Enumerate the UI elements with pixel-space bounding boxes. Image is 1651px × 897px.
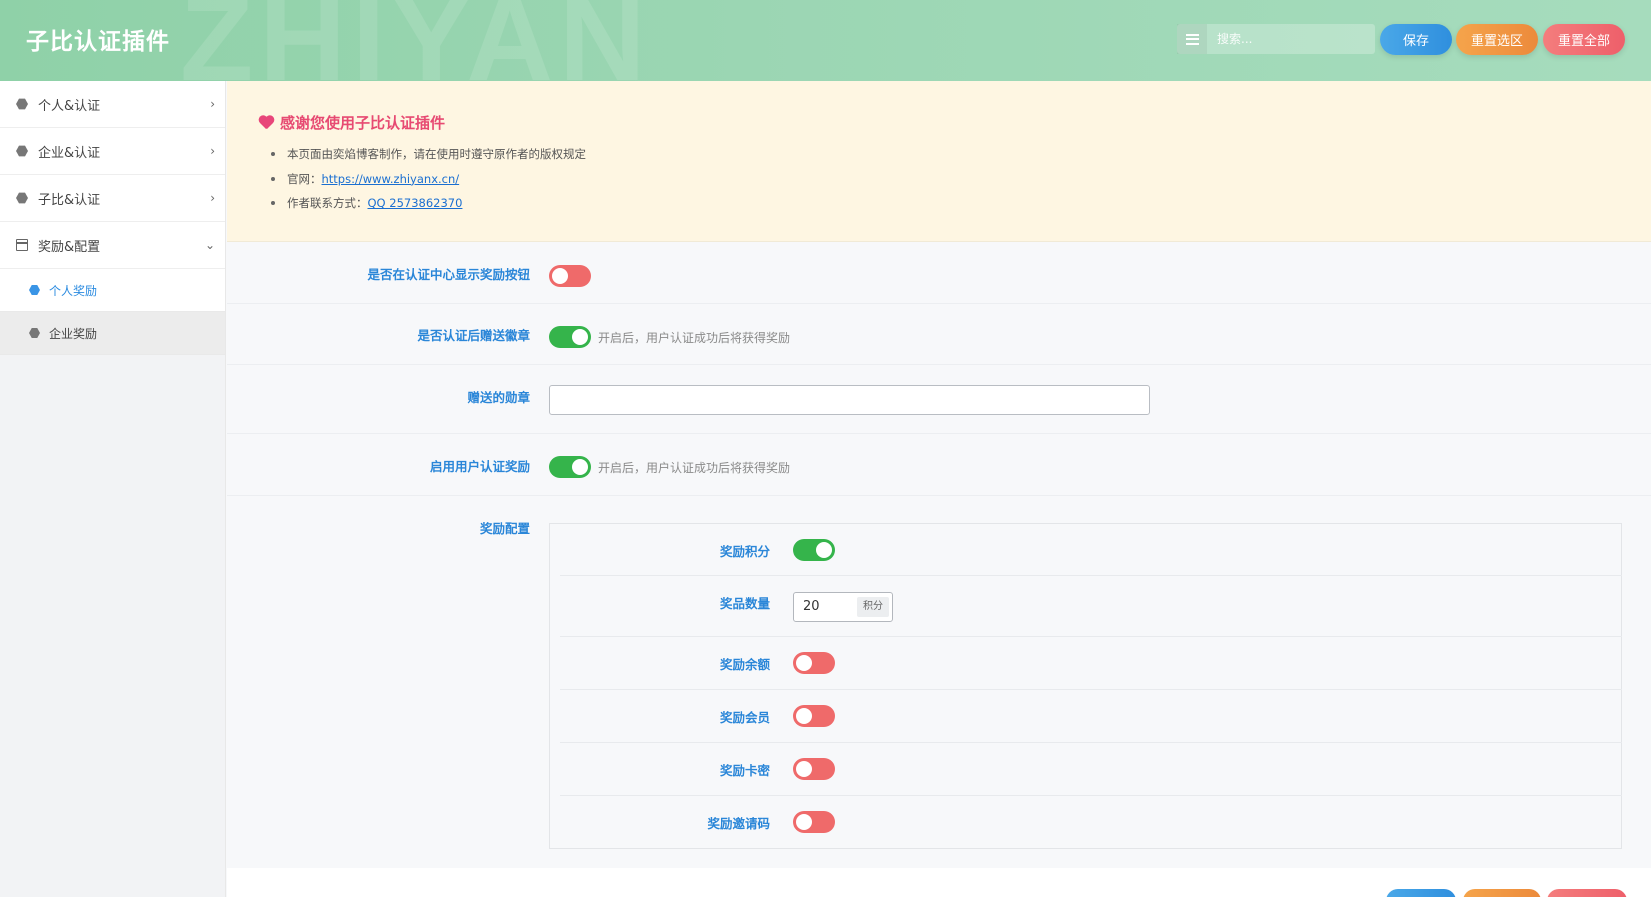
sidebar-item-label: 奖励&配置 [38,239,101,255]
header-watermark: ZHIYAN [180,0,652,81]
form-row-enable-reward: 启用用户认证奖励 开启后，用户认证成功后将获得奖励 [227,434,1651,496]
sidebar-item-enterprise-auth[interactable]: 企业&认证 › [0,128,225,175]
reset-section-button[interactable]: 重置选区 [1456,24,1538,55]
toggle-knob [572,459,588,475]
field-label: 奖励积分 [719,544,770,559]
field-label: 奖励邀请码 [707,816,770,831]
notice-title: 感谢您使用子比认证插件 [258,112,445,133]
hexagon-icon [29,328,40,338]
reset-all-button[interactable]: 重置全部 [1543,24,1625,55]
main-content: 感谢您使用子比认证插件 本页面由奕焰博客制作，请在使用时遵守原作者的版权规定 官… [227,81,1651,897]
reward-invite-toggle[interactable] [793,811,835,833]
reward-balance-toggle[interactable] [793,652,835,674]
field-label: 是否在认证中心显示奖励按钮 [367,267,530,282]
list-item: 官网：https://www.zhiyanx.cn/ [271,171,586,196]
app-header: ZHIYAN 子比认证插件 保存 重置选区 重置全部 [0,0,1651,81]
reward-member-toggle[interactable] [793,705,835,727]
chevron-right-icon: › [210,144,215,158]
show-button-toggle[interactable] [549,265,591,287]
badge-input[interactable] [549,385,1150,415]
page-title: 子比认证插件 [26,29,170,55]
notice-title-text: 感谢您使用子比认证插件 [280,114,446,132]
sidebar-item-label: 子比&认证 [38,192,101,208]
reward-row-quantity: 奖品数量 20 积分 [560,576,1622,637]
contact-link[interactable]: QQ 2573862370 [368,196,463,210]
toggle-knob [796,761,812,777]
toggle-knob [796,814,812,830]
list-icon[interactable] [1177,24,1207,54]
notice-list: 本页面由奕焰博客制作，请在使用时遵守原作者的版权规定 官网：https://ww… [271,146,586,220]
notice-text: 作者联系方式： [287,196,368,210]
sidebar-subitem-label: 个人奖励 [49,283,98,298]
chevron-right-icon: › [210,97,215,111]
sidebar: 个人&认证 › 企业&认证 › 子比&认证 › 奖励&配置 ⌄ 个人奖励 企业奖… [0,81,226,897]
gift-badge-toggle[interactable] [549,326,591,348]
footer-save-button[interactable] [1386,889,1456,897]
field-label: 奖品数量 [719,596,770,611]
list-item: 本页面由奕焰博客制作，请在使用时遵守原作者的版权规定 [271,146,586,171]
toggle-knob [796,708,812,724]
chevron-down-icon: ⌄ [204,238,215,252]
toggle-knob [796,655,812,671]
field-label: 奖励卡密 [719,763,770,778]
notice-panel: 感谢您使用子比认证插件 本页面由奕焰博客制作，请在使用时遵守原作者的版权规定 官… [227,81,1651,242]
reward-row-invite: 奖励邀请码 [560,796,1622,849]
calendar-icon [16,239,28,251]
reward-row-member: 奖励会员 [560,690,1622,743]
sidebar-item-label: 企业&认证 [38,145,101,161]
toggle-knob [816,542,832,558]
toggle-knob [552,268,568,284]
toggle-knob [572,329,588,345]
search-input[interactable] [1207,24,1375,54]
notice-text: 本页面由奕焰博客制作，请在使用时遵守原作者的版权规定 [287,147,586,161]
sidebar-item-reward-config[interactable]: 奖励&配置 ⌄ [0,222,225,269]
field-hint: 开启后，用户认证成功后将获得奖励 [598,461,791,475]
reward-row-balance: 奖励余额 [560,637,1622,690]
reward-row-card: 奖励卡密 [560,743,1622,796]
sidebar-item-zibi-auth[interactable]: 子比&认证 › [0,175,225,222]
sidebar-item-label: 个人&认证 [38,98,101,114]
field-label: 奖励余额 [719,657,770,672]
enable-reward-toggle[interactable] [549,456,591,478]
sidebar-item-personal-auth[interactable]: 个人&认证 › [0,81,225,128]
footer-reset-all-button[interactable] [1547,889,1627,897]
reward-row-points: 奖励积分 [560,524,1622,576]
sidebar-subitem-enterprise-reward[interactable]: 企业奖励 [0,312,225,355]
quantity-value: 20 [803,599,820,614]
reward-card-toggle[interactable] [793,758,835,780]
reward-config-panel: 奖励积分 奖品数量 20 积分 奖励余额 奖励会员 奖励卡密 奖励邀请码 [549,523,1622,849]
sidebar-subitem-personal-reward[interactable]: 个人奖励 [0,269,225,312]
field-label: 奖励配置 [479,521,530,536]
field-label: 赠送的勋章 [467,390,530,405]
heart-icon [258,116,274,130]
field-label: 奖励会员 [719,710,770,725]
quantity-unit: 积分 [857,597,889,617]
form-row-badge-field: 赠送的勋章 [227,365,1651,434]
save-button[interactable]: 保存 [1380,24,1452,55]
sidebar-subitem-label: 企业奖励 [49,326,98,341]
footer-reset-section-button[interactable] [1463,889,1541,897]
list-item: 作者联系方式：QQ 2573862370 [271,195,586,220]
field-label: 是否认证后赠送徽章 [417,328,530,343]
chevron-right-icon: › [210,191,215,205]
hexagon-icon [16,192,28,204]
notice-text: 官网： [287,171,322,186]
quantity-input[interactable]: 20 积分 [793,592,893,622]
search-box [1177,24,1375,54]
form-row-show-button: 是否在认证中心显示奖励按钮 [227,243,1651,304]
hexagon-icon [29,285,40,295]
hexagon-icon [16,145,28,157]
website-link[interactable]: https://www.zhiyanx.cn/ [322,172,460,186]
hexagon-icon [16,98,28,110]
reward-points-toggle[interactable] [793,539,835,561]
field-label: 启用用户认证奖励 [429,459,530,474]
field-hint: 开启后，用户认证成功后将获得奖励 [598,331,791,345]
form-row-gift-badge: 是否认证后赠送徽章 开启后，用户认证成功后将获得奖励 [227,304,1651,365]
